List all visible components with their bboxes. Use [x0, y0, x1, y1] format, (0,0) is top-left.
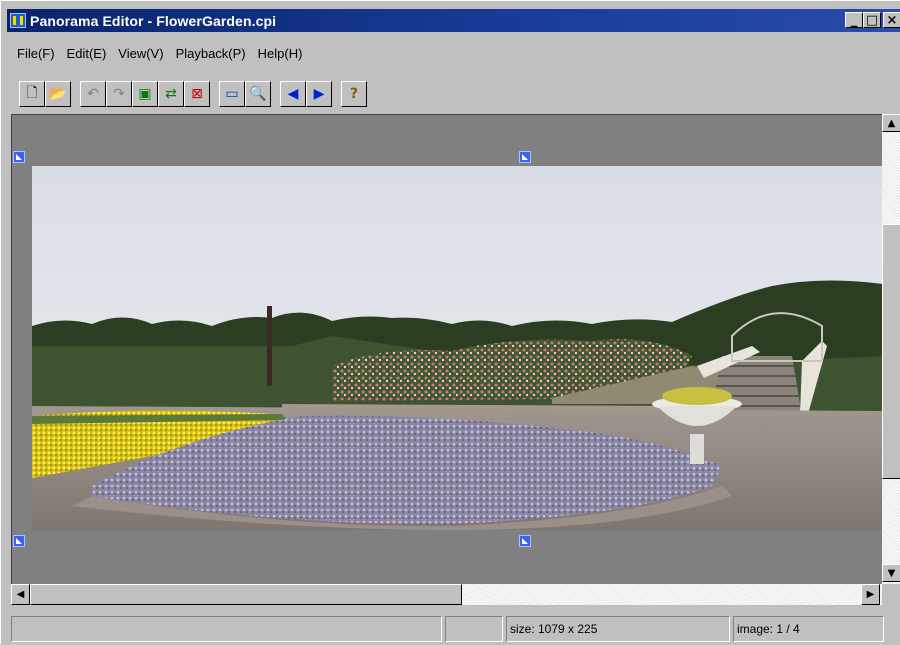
insert-image-icon: ▣	[138, 86, 152, 102]
panorama-workspace[interactable]	[11, 114, 883, 584]
status-pane-2	[445, 616, 503, 642]
panorama-photo	[32, 166, 883, 530]
redo-icon: ↷	[113, 86, 125, 102]
undo-button[interactable]: ↶	[80, 81, 106, 107]
status-image-index: image: 1 / 4	[733, 616, 884, 642]
toolbar: 🗋 📂 ↶ ↷ ▣ ⇄ ⊠ ▭ 🔍 ◀ ▶ ?	[19, 76, 367, 112]
panorama-image[interactable]	[32, 166, 883, 530]
status-bar: size: 1079 x 225 image: 1 / 4	[1, 610, 900, 645]
redo-button[interactable]: ↷	[106, 81, 132, 107]
status-size: size: 1079 x 225	[506, 616, 730, 642]
open-folder-icon: 📂	[49, 86, 67, 102]
insert-image-button[interactable]: ▣	[132, 81, 158, 107]
app-window: Panorama Editor - FlowerGarden.cpi _ □ ×…	[0, 0, 900, 645]
horizontal-scrollbar[interactable]: ◀ ▶	[11, 584, 882, 605]
top-center-marker-icon[interactable]	[519, 151, 531, 163]
previous-button[interactable]: ◀	[280, 81, 306, 107]
scroll-right-button[interactable]: ▶	[861, 584, 880, 605]
menu-playback[interactable]: Playback(P)	[170, 46, 252, 61]
menu-view[interactable]: View(V)	[112, 46, 169, 61]
bottom-center-marker-icon[interactable]	[519, 535, 531, 547]
menu-edit[interactable]: Edit(E)	[61, 46, 113, 61]
delete-image-button[interactable]: ⊠	[184, 81, 210, 107]
scroll-up-button[interactable]: ▲	[882, 114, 900, 132]
close-button[interactable]: ×	[883, 12, 900, 28]
preview-button[interactable]: ▭	[219, 81, 245, 107]
undo-icon: ↶	[87, 86, 99, 102]
bottom-left-marker-icon[interactable]	[13, 535, 25, 547]
scroll-down-button[interactable]: ▼	[882, 564, 900, 582]
previous-icon: ◀	[287, 86, 299, 102]
title-bar[interactable]: Panorama Editor - FlowerGarden.cpi _ □ ×	[7, 9, 900, 32]
zoom-icon: 🔍	[249, 86, 267, 102]
open-button[interactable]: 📂	[45, 81, 71, 107]
status-message	[11, 616, 442, 642]
delete-image-icon: ⊠	[191, 86, 203, 102]
window-title: Panorama Editor - FlowerGarden.cpi	[30, 12, 277, 29]
swap-images-icon: ⇄	[165, 86, 177, 102]
horizontal-scroll-thumb[interactable]	[30, 584, 462, 605]
maximize-button[interactable]: □	[863, 12, 881, 28]
help-button[interactable]: ?	[341, 81, 367, 107]
menu-bar: File(F) Edit(E) View(V) Playback(P) Help…	[11, 41, 308, 65]
scroll-left-arrow-icon: ◀	[16, 589, 25, 600]
swap-images-button[interactable]: ⇄	[158, 81, 184, 107]
next-button[interactable]: ▶	[306, 81, 332, 107]
top-left-marker-icon[interactable]	[13, 151, 25, 163]
zoom-button[interactable]: 🔍	[245, 81, 271, 107]
menu-help[interactable]: Help(H)	[252, 46, 309, 61]
new-file-button[interactable]: 🗋	[19, 81, 45, 107]
vertical-scrollbar[interactable]: ▲ ▼	[882, 114, 900, 584]
minimize-button[interactable]: _	[845, 12, 863, 28]
scroll-up-arrow-icon: ▲	[887, 117, 896, 129]
vertical-scroll-thumb[interactable]	[882, 224, 900, 479]
window-controls: _ □ ×	[845, 12, 900, 28]
new-file-icon: 🗋	[26, 85, 38, 101]
scroll-right-arrow-icon: ▶	[866, 589, 875, 600]
scroll-left-button[interactable]: ◀	[11, 584, 30, 605]
help-icon: ?	[349, 86, 359, 102]
next-icon: ▶	[313, 86, 325, 102]
menu-file[interactable]: File(F)	[11, 46, 61, 61]
app-icon[interactable]	[10, 13, 26, 28]
preview-image-icon: ▭	[225, 86, 239, 102]
scroll-down-arrow-icon: ▼	[887, 567, 896, 579]
